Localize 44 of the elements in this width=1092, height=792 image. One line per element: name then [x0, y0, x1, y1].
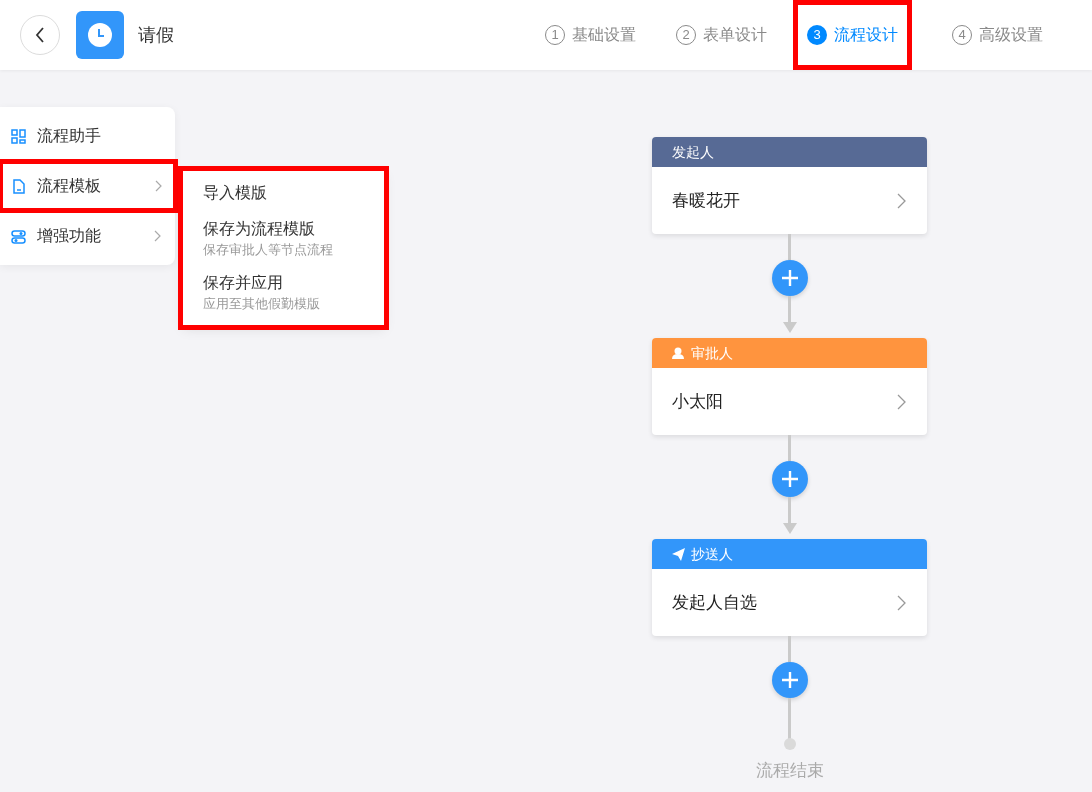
- submenu-description: 应用至其他假勤模版: [203, 295, 321, 313]
- menu-label: 增强功能: [37, 226, 102, 246]
- add-node-button[interactable]: [771, 461, 808, 497]
- menu-label: 流程模板: [37, 176, 102, 196]
- chevron-right-icon: [897, 192, 907, 209]
- step-tab[interactable]: 3 流程设计: [793, 0, 912, 70]
- submenu-description: 保存审批人等节点流程: [203, 241, 334, 259]
- menu-item[interactable]: 流程助手: [0, 111, 175, 161]
- submenu-item[interactable]: 保存并应用: [203, 271, 364, 295]
- node-title: 审批人: [691, 343, 733, 363]
- plus-icon: [780, 470, 799, 488]
- flow-end-label: 流程结束: [755, 760, 824, 782]
- grid-icon: [11, 128, 26, 144]
- plus-icon: [780, 269, 799, 287]
- step-tab[interactable]: 4 高级设置: [952, 0, 1043, 70]
- node-card[interactable]: 抄送人 发起人自选: [652, 539, 927, 636]
- node-card[interactable]: 发起人 春暖花开: [652, 137, 927, 234]
- add-node-button[interactable]: [771, 260, 808, 296]
- paper-plane-icon: [672, 547, 685, 561]
- menu-label: 流程助手: [37, 126, 102, 146]
- node-card[interactable]: 审批人 小太阳: [652, 338, 927, 435]
- node-title: 发起人: [672, 142, 714, 162]
- chevron-right-icon: [897, 594, 907, 611]
- node-value: 春暖花开: [672, 189, 740, 212]
- node-value: 发起人自选: [672, 591, 757, 614]
- form-title: 请假: [138, 23, 174, 47]
- node-title: 抄送人: [691, 544, 733, 564]
- add-node-button[interactable]: [771, 662, 808, 698]
- chevron-right-icon: [155, 180, 162, 192]
- submenu-item[interactable]: 导入模版: [203, 181, 364, 205]
- clock-icon: [88, 23, 112, 47]
- document-icon: [11, 178, 26, 194]
- step-tab[interactable]: 2 表单设计: [676, 0, 767, 70]
- plus-icon: [780, 671, 799, 689]
- toggle-icon: [11, 228, 26, 244]
- node-value: 小太阳: [672, 390, 723, 413]
- chevron-right-icon: [154, 230, 161, 242]
- menu-item[interactable]: 增强功能: [0, 211, 175, 261]
- person-icon: [672, 346, 685, 360]
- submenu-item[interactable]: 保存为流程模版: [203, 217, 364, 241]
- menu-item[interactable]: 流程模板: [0, 161, 176, 211]
- step-tab[interactable]: 1 基础设置: [545, 0, 636, 70]
- chevron-right-icon: [897, 393, 907, 410]
- back-icon: [35, 27, 45, 43]
